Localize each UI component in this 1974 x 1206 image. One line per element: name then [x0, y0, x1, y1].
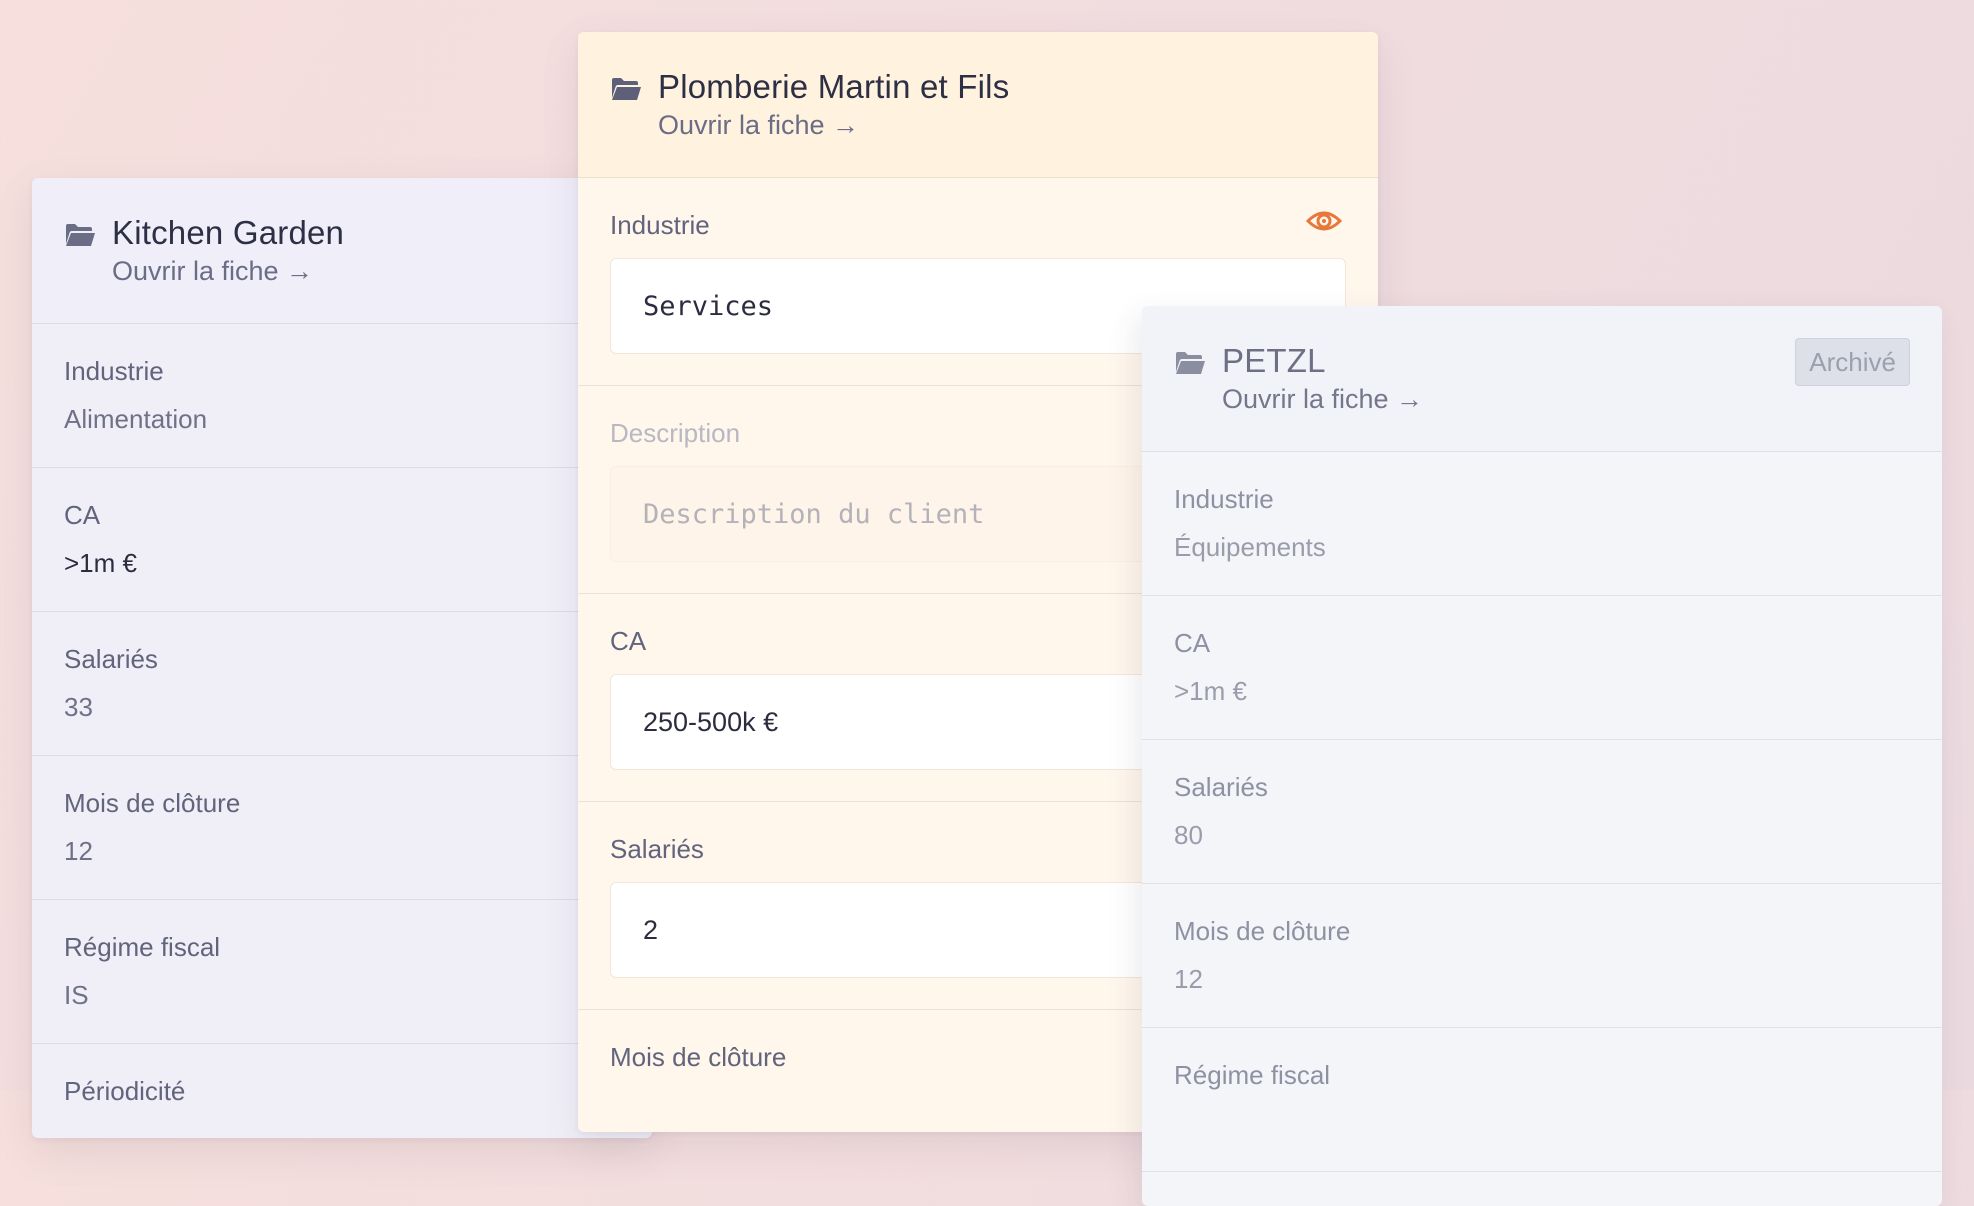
field-industrie: Industrie Équipements [1142, 452, 1942, 596]
folder-open-icon [1176, 352, 1205, 374]
field-label: Périodicité [64, 1076, 186, 1106]
field-regime-fiscal: Régime fiscal IS [32, 900, 652, 1044]
folder-open-icon [66, 224, 95, 246]
field-label: Industrie [64, 356, 164, 386]
field-industrie: Industrie Alimentation [32, 324, 652, 468]
field-label: Industrie [1174, 484, 1274, 514]
field-value: >1m € [64, 548, 137, 578]
card-title: PETZL [1222, 342, 1326, 379]
field-value: 80 [1174, 820, 1203, 850]
field-mois-cloture: Mois de clôture 12 [1142, 884, 1942, 1028]
card-header: Kitchen Garden Ouvrir la fiche → [32, 178, 652, 324]
field-label: CA [64, 500, 101, 530]
field-value: Alimentation [64, 404, 208, 434]
field-label: Industrie [610, 210, 710, 240]
field-label: Mois de clôture [64, 788, 241, 818]
card-title: Kitchen Garden [112, 214, 345, 251]
open-record-link[interactable]: Ouvrir la fiche → [112, 256, 313, 287]
field-label: Mois de clôture [1174, 916, 1351, 946]
field-value: 12 [64, 836, 93, 866]
field-label: Salariés [64, 644, 158, 674]
field-ca: CA >1m € [32, 468, 652, 612]
field-label: CA [610, 626, 647, 656]
field-mois-cloture: Mois de clôture 12 [32, 756, 652, 900]
field-value: >1m € [1174, 676, 1247, 706]
field-value: Équipements [1174, 532, 1326, 562]
field-periodicite: Périodicité [32, 1044, 652, 1138]
field-salaries: Salariés 80 [1142, 740, 1942, 884]
field-label: Régime fiscal [1174, 1060, 1331, 1090]
open-record-link[interactable]: Ouvrir la fiche → [658, 110, 859, 141]
field-label: Salariés [610, 834, 704, 864]
open-record-link[interactable]: Ouvrir la fiche → [1222, 384, 1423, 415]
card-title: Plomberie Martin et Fils [658, 68, 1010, 105]
folder-open-icon [612, 78, 641, 100]
client-card-kitchen-garden: Kitchen Garden Ouvrir la fiche → Industr… [32, 178, 652, 1138]
eye-icon[interactable] [1306, 206, 1342, 236]
field-label: Salariés [1174, 772, 1268, 802]
field-label: CA [1174, 628, 1211, 658]
field-label: Mois de clôture [610, 1042, 787, 1072]
field-regime-fiscal: Régime fiscal [1142, 1028, 1942, 1172]
field-label: Régime fiscal [64, 932, 221, 962]
client-card-petzl: PETZL Ouvrir la fiche → Archivé Industri… [1142, 306, 1942, 1206]
card-header: Plomberie Martin et Fils Ouvrir la fiche… [578, 32, 1378, 178]
field-value: 12 [1174, 964, 1203, 994]
field-label: Description [610, 418, 741, 448]
field-value: IS [64, 980, 89, 1010]
archived-badge: Archivé [1795, 338, 1910, 386]
field-salaries: Salariés 33 [32, 612, 652, 756]
field-ca: CA >1m € [1142, 596, 1942, 740]
card-header: PETZL Ouvrir la fiche → Archivé [1142, 306, 1942, 452]
field-value: 33 [64, 692, 93, 722]
